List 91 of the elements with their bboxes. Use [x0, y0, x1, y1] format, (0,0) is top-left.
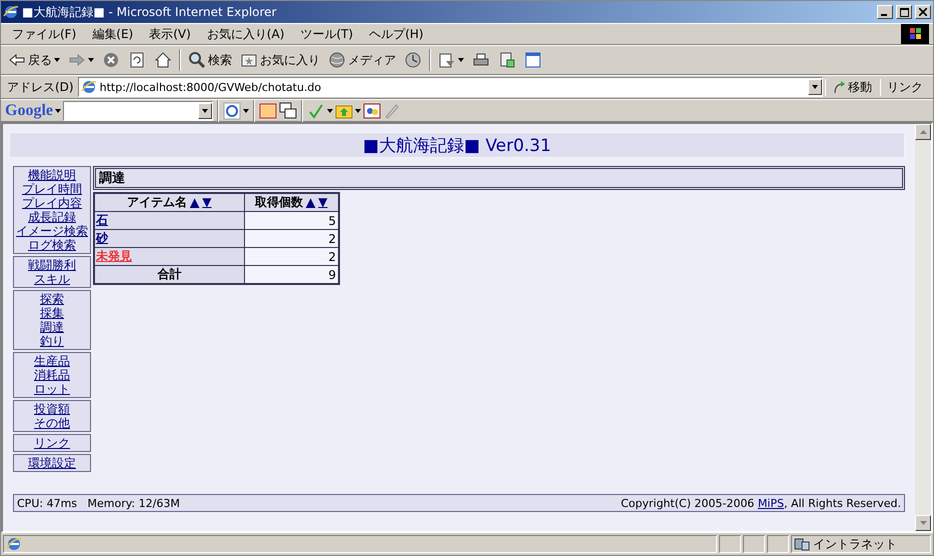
image-icon[interactable]: [363, 102, 381, 120]
caret-icon: [355, 108, 361, 112]
menu-item[interactable]: 編集(E): [85, 24, 140, 44]
column-title: アイテム名: [127, 195, 188, 209]
scrollbar[interactable]: [915, 124, 931, 531]
close-button[interactable]: [915, 5, 931, 19]
nav-link[interactable]: 投資額: [34, 402, 70, 416]
links-button[interactable]: リンク: [880, 78, 929, 96]
down-arrow-icon: [920, 521, 926, 525]
copyright-link[interactable]: MiPS: [758, 496, 784, 510]
sort-ascending-link[interactable]: ▲: [306, 195, 316, 209]
sort-ascending-link[interactable]: ▲: [190, 195, 200, 209]
item-link[interactable]: 砂: [96, 231, 108, 245]
google-logo[interactable]: Google: [5, 102, 53, 120]
windows-stack-icon[interactable]: [279, 102, 297, 120]
copyright-text: Copyright(C) 2005-2006 MiPS, All Rights Reserved.: [620, 496, 901, 510]
nav-link[interactable]: 探索: [40, 292, 64, 306]
page-title: ■大航海記録■ Ver0.31: [362, 134, 552, 156]
count-cell: 2: [244, 230, 339, 248]
section-title: 調達: [99, 170, 125, 187]
popup-icon[interactable]: [259, 102, 277, 120]
address-label: アドレス(D): [6, 78, 75, 96]
back-button[interactable]: 戻る: [5, 49, 63, 71]
count-cell: 5: [244, 212, 339, 230]
nav-link[interactable]: プレイ時間: [22, 182, 82, 196]
windows-logo-icon: [901, 24, 929, 44]
zone-text: イントラネット: [813, 536, 897, 552]
caret-icon: [327, 108, 333, 112]
clock-icon: [404, 51, 422, 69]
menu-item[interactable]: ヘルプ(H): [362, 24, 430, 44]
network-icon: [794, 536, 810, 552]
nav-link[interactable]: 釣り: [40, 334, 64, 348]
status-pane: [767, 535, 789, 553]
spellcheck-icon[interactable]: [307, 102, 325, 120]
mail-icon: [438, 51, 456, 69]
window-icon: [524, 51, 542, 69]
nav-link[interactable]: 採集: [40, 306, 64, 320]
menu-item[interactable]: 表示(V): [142, 24, 198, 44]
up-arrow-icon: [920, 130, 926, 134]
nav-link[interactable]: 戦闘勝利: [28, 258, 76, 272]
toolbar-button[interactable]: お気に入り: [237, 49, 323, 71]
total-cell: 9: [244, 266, 339, 284]
column-title: 取得個数: [255, 195, 304, 209]
stop-icon: [102, 51, 120, 69]
menu-item[interactable]: ツール(T): [293, 24, 360, 44]
nav-link[interactable]: リンク: [34, 436, 70, 450]
status-pane: [743, 535, 765, 553]
close-icon: [919, 8, 927, 16]
menu-item[interactable]: お気に入り(A): [200, 24, 292, 44]
total-label: 合計: [94, 266, 244, 284]
refresh-icon: [128, 51, 146, 69]
sort-descending-link[interactable]: ▼: [202, 195, 212, 209]
toolbar-button[interactable]: 検索: [185, 49, 235, 71]
nav-link[interactable]: その他: [34, 416, 70, 430]
curved-arrow-icon: [832, 80, 846, 94]
dropdown-icon: [202, 108, 208, 112]
right-arrow-icon: [68, 51, 86, 69]
nav-link[interactable]: 調達: [40, 320, 64, 334]
maximize-button[interactable]: [896, 5, 912, 19]
left-arrow-icon: [8, 51, 26, 69]
count-cell: 2: [244, 248, 339, 266]
window-title: ■大航海記録■ - Microsoft Internet Explorer: [22, 4, 278, 20]
globe-icon: [328, 51, 346, 69]
nav-link[interactable]: イメージ検索: [16, 224, 88, 238]
home-icon: [154, 51, 172, 69]
browser-icon: [3, 4, 19, 20]
minimize-button[interactable]: [877, 5, 893, 19]
stats-text: CPU: 47ms Memory: 12/63M: [17, 496, 180, 510]
sort-descending-link[interactable]: ▼: [318, 195, 328, 209]
caret-icon: [243, 108, 249, 112]
search-icon: [188, 51, 206, 69]
nav-link[interactable]: 消耗品: [34, 368, 70, 382]
caret-icon: [55, 108, 61, 112]
item-link[interactable]: 石: [96, 213, 108, 227]
status-pane: [719, 535, 741, 553]
nav-link[interactable]: ログ検索: [28, 238, 76, 252]
nav-link[interactable]: 環境設定: [28, 456, 76, 470]
toolbar-button[interactable]: メディア: [325, 49, 399, 71]
nav-link[interactable]: 成長記録: [28, 210, 76, 224]
nav-link[interactable]: 機能説明: [28, 168, 76, 182]
document-icon: [498, 51, 516, 69]
dropdown-icon: [812, 85, 818, 89]
address-field[interactable]: http://localhost:8000/GVWeb/chotatu.do: [78, 77, 823, 97]
nav-link[interactable]: ロット: [34, 382, 70, 396]
menu-item[interactable]: ファイル(F): [5, 24, 84, 44]
nav-link[interactable]: プレイ内容: [22, 196, 82, 210]
go-button[interactable]: 移動: [825, 78, 878, 96]
nav-link[interactable]: スキル: [34, 272, 70, 286]
search-field[interactable]: [63, 100, 213, 120]
nav-link[interactable]: 生産品: [34, 354, 70, 368]
maximize-icon: [900, 8, 908, 16]
